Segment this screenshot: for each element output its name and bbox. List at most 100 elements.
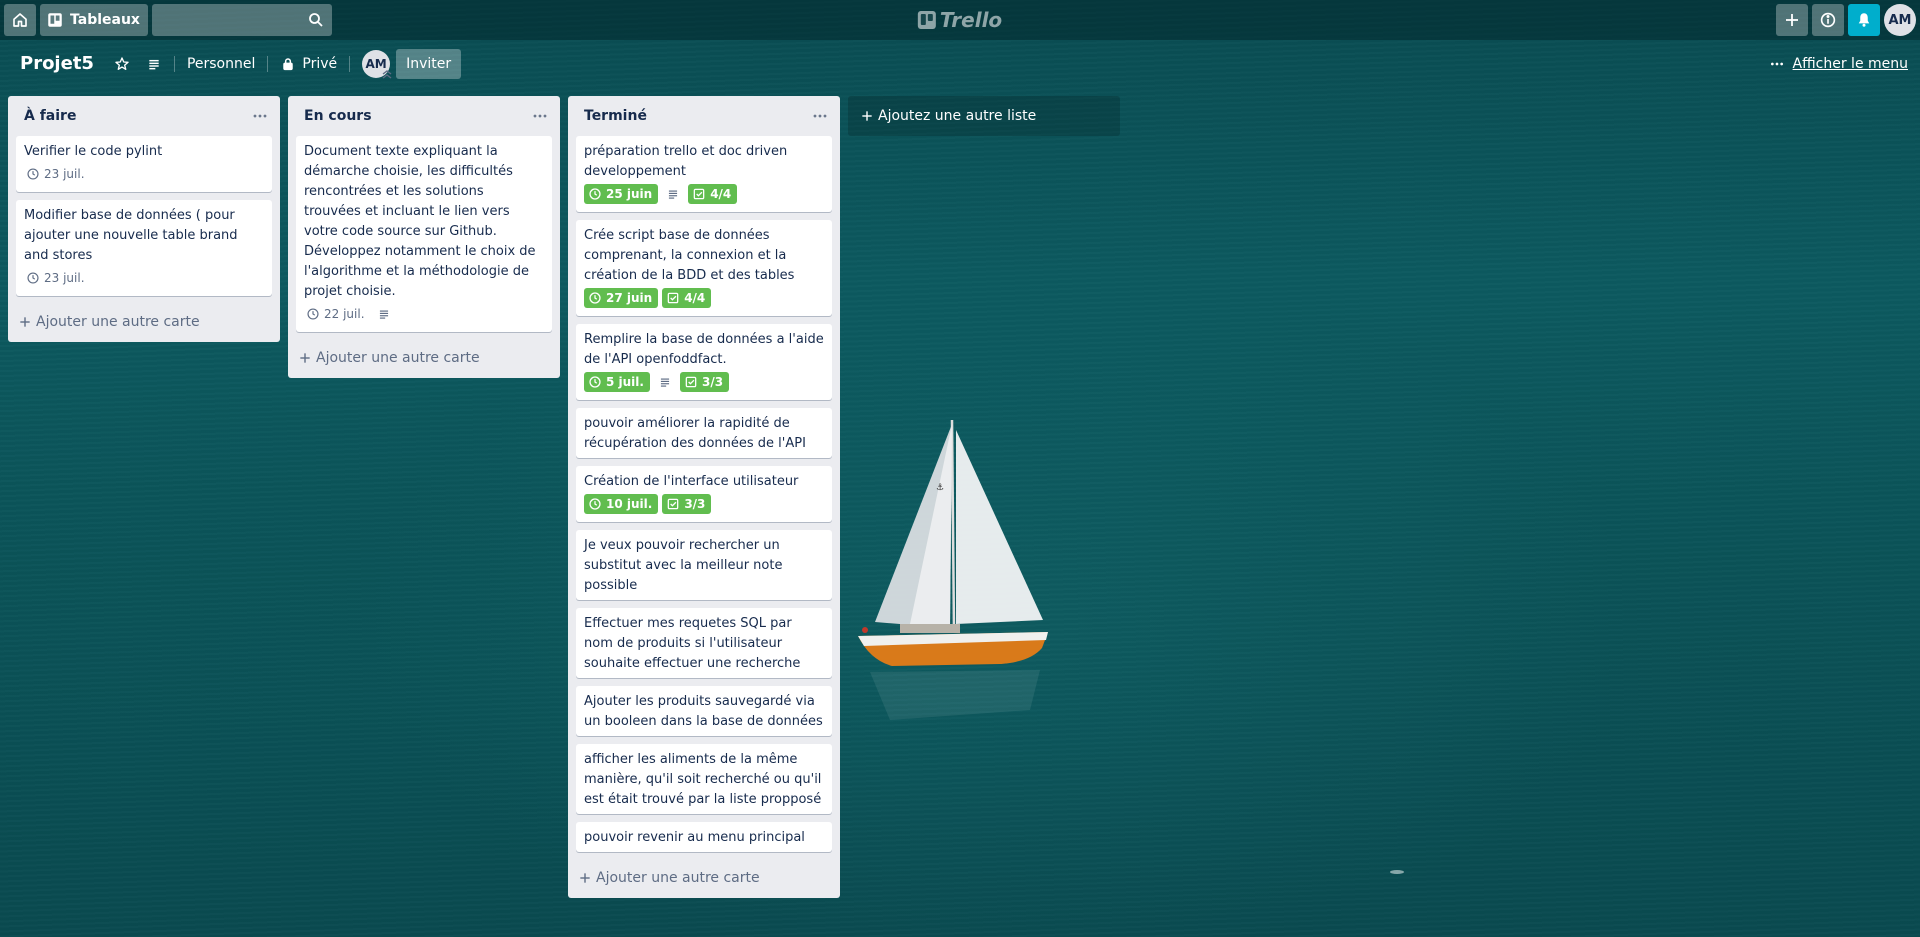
add-card-button[interactable]: Ajouter une autre carte (568, 860, 840, 896)
checklist-icon (685, 376, 697, 388)
team-button[interactable]: Personnel (179, 48, 263, 80)
card[interactable]: Document texte expliquant la démarche ch… (296, 136, 552, 332)
boards-icon (48, 13, 62, 27)
list-header[interactable]: À faire (8, 96, 280, 136)
list-title[interactable]: En cours (304, 108, 372, 124)
card-title: Ajouter les produits sauvegardé via un b… (584, 694, 823, 729)
add-list-button[interactable]: Ajoutez une autre liste (848, 96, 1120, 136)
visibility-button[interactable]: Privé (272, 48, 345, 80)
search-input[interactable] (151, 4, 332, 36)
card[interactable]: Ajouter les produits sauvegardé via un b… (576, 686, 832, 736)
clock-icon (589, 376, 601, 388)
add-card-label: Ajouter une autre carte (316, 350, 480, 366)
list-menu-icon[interactable] (810, 106, 830, 126)
home-button[interactable] (4, 4, 36, 36)
trello-logo-icon (917, 11, 936, 29)
due-date-text: 5 juil. (606, 375, 644, 389)
checklist-text: 4/4 (710, 187, 732, 201)
list-termine: Terminé préparation trello et doc driven… (568, 96, 840, 898)
due-date-badge[interactable]: 25 juin (584, 184, 659, 204)
card[interactable]: Verifier le code pylint 23 juil. (16, 136, 272, 192)
due-date-text: 23 juil. (44, 167, 85, 181)
card-title: Modifier base de données ( pour ajouter … (24, 208, 238, 263)
due-date-badge[interactable]: 27 juin (584, 288, 659, 308)
list-header[interactable]: Terminé (568, 96, 840, 136)
card[interactable]: Modifier base de données ( pour ajouter … (16, 200, 272, 296)
list-a-faire: À faire Verifier le code pylint 23 juil.… (8, 96, 280, 342)
user-avatar[interactable]: AM (1884, 4, 1916, 36)
board-title[interactable]: Projet5 (8, 48, 106, 80)
checklist-icon (693, 188, 705, 200)
search-box[interactable] (151, 4, 332, 36)
lock-icon (283, 58, 294, 71)
due-date-badge[interactable]: 5 juil. (584, 372, 650, 392)
search-icon[interactable] (307, 11, 325, 29)
card-title: préparation trello et doc driven develop… (584, 144, 788, 179)
description-badge (662, 184, 684, 204)
notifications-button[interactable] (1848, 4, 1880, 36)
plus-icon (300, 353, 310, 363)
due-date-badge[interactable]: 10 juil. (584, 494, 659, 514)
list-menu-icon[interactable] (530, 106, 550, 126)
card-title: Je veux pouvoir rechercher un substitut … (584, 538, 783, 593)
card[interactable]: Création de l'interface utilisateur 10 j… (576, 466, 832, 522)
clock-icon (27, 272, 39, 284)
board-menu-toggle-button[interactable] (138, 48, 170, 80)
star-button[interactable] (106, 48, 138, 80)
boards-label: Tableaux (70, 12, 140, 28)
visibility-label: Privé (302, 56, 338, 72)
separator (173, 56, 175, 72)
member-avatar[interactable]: AM (362, 50, 392, 79)
trello-logo[interactable]: Trello (917, 8, 1003, 32)
plus-icon (862, 111, 872, 121)
separator (349, 56, 351, 72)
plus-icon (20, 317, 30, 327)
card-title: Verifier le code pylint (24, 144, 163, 159)
svg-text:⚓: ⚓ (936, 483, 944, 493)
card[interactable]: Je veux pouvoir rechercher un substitut … (576, 530, 832, 600)
trello-logo-text: Trello (939, 8, 1003, 32)
add-card-label: Ajouter une autre carte (596, 870, 760, 886)
bell-icon (1858, 13, 1870, 27)
boards-button[interactable]: Tableaux (40, 4, 148, 36)
plus-icon (580, 873, 590, 883)
checklist-badge: 3/3 (679, 372, 730, 392)
water-foam (1390, 870, 1404, 874)
board-header: Projet5 Personnel Privé AM Inviter Affic… (0, 44, 1920, 84)
clock-icon (589, 292, 601, 304)
card[interactable]: Remplire la base de données a l'aide de … (576, 324, 832, 400)
add-card-button[interactable]: Ajouter une autre carte (8, 304, 280, 340)
create-button[interactable] (1776, 4, 1808, 36)
info-button[interactable] (1812, 4, 1844, 36)
due-date-badge[interactable]: 23 juil. (24, 164, 89, 184)
list-header[interactable]: En cours (288, 96, 560, 136)
info-icon (1820, 12, 1836, 28)
clock-icon (307, 308, 319, 320)
list-title[interactable]: Terminé (584, 108, 647, 124)
due-date-badge[interactable]: 23 juil. (24, 268, 89, 288)
list-menu-icon[interactable] (250, 106, 270, 126)
invite-button[interactable]: Inviter (396, 49, 462, 79)
card[interactable]: Crée script base de données comprenant, … (576, 220, 832, 316)
more-icon (1770, 62, 1783, 66)
member-initials: AM (365, 57, 387, 71)
show-menu-label: Afficher le menu (1792, 56, 1908, 72)
description-badge (654, 372, 676, 392)
due-date-text: 25 juin (606, 187, 653, 201)
sailboat-image: ⚓ (858, 419, 1048, 720)
card[interactable]: Effectuer mes requetes SQL par nom de pr… (576, 608, 832, 678)
card[interactable]: pouvoir améliorer la rapidité de récupér… (576, 408, 832, 458)
due-date-badge[interactable]: 22 juil. (304, 304, 369, 324)
add-list-label: Ajoutez une autre liste (878, 108, 1037, 124)
add-card-button[interactable]: Ajouter une autre carte (288, 340, 560, 376)
list-title[interactable]: À faire (24, 108, 76, 124)
show-menu-button[interactable]: Afficher le menu (1769, 48, 1908, 80)
home-icon (13, 13, 27, 27)
due-date-text: 10 juil. (606, 497, 653, 511)
card[interactable]: afficher les aliments de la même manière… (576, 744, 832, 814)
star-icon (115, 57, 129, 70)
card[interactable]: préparation trello et doc driven develop… (576, 136, 832, 212)
card[interactable]: pouvoir revenir au menu principal (576, 822, 832, 852)
card-title: Création de l'interface utilisateur (584, 474, 799, 489)
checklist-icon (668, 498, 679, 510)
